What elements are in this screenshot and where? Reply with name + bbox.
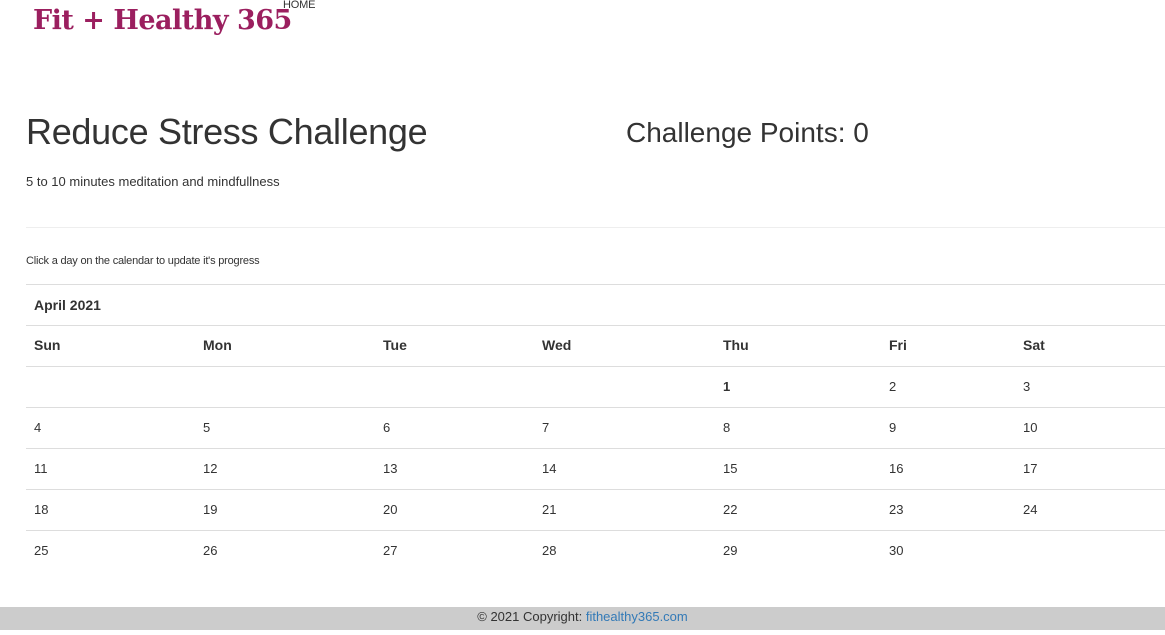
calendar-day[interactable]: 29 bbox=[723, 543, 737, 558]
section-divider bbox=[26, 227, 1165, 228]
calendar-day[interactable]: 14 bbox=[542, 461, 556, 476]
calendar-day[interactable]: 23 bbox=[889, 502, 903, 517]
calendar-day[interactable]: 16 bbox=[889, 461, 903, 476]
calendar-day[interactable]: 17 bbox=[1023, 461, 1037, 476]
calendar-day[interactable]: 6 bbox=[383, 420, 390, 435]
calendar-day[interactable]: 27 bbox=[383, 543, 397, 558]
footer: © 2021 Copyright: fithealthy365.com bbox=[0, 607, 1165, 630]
calendar-day[interactable]: 11 bbox=[34, 461, 48, 476]
calendar-day[interactable]: 12 bbox=[203, 461, 217, 476]
challenge-title: Reduce Stress Challenge bbox=[26, 111, 428, 152]
calendar-day[interactable]: 30 bbox=[889, 543, 903, 558]
calendar-week-row: 25 26 27 28 29 30 bbox=[26, 530, 1165, 571]
calendar-instruction: Click a day on the calendar to update it… bbox=[26, 255, 260, 267]
calendar-week-row: 4 5 6 7 8 9 10 bbox=[26, 407, 1165, 448]
brand-logo[interactable]: Fit + Healthy 365 bbox=[33, 5, 292, 36]
calendar-day[interactable]: 8 bbox=[723, 420, 730, 435]
weekday-tue: Tue bbox=[383, 337, 407, 353]
calendar-day[interactable]: 7 bbox=[542, 420, 549, 435]
calendar-day[interactable]: 21 bbox=[542, 502, 556, 517]
weekday-sun: Sun bbox=[34, 337, 61, 353]
calendar-weekday-header: Sun Mon Tue Wed Thu Fri Sat bbox=[26, 325, 1165, 366]
challenge-points: Challenge Points: 0 bbox=[626, 117, 869, 148]
challenge-description: 5 to 10 minutes meditation and mindfulln… bbox=[26, 174, 280, 189]
calendar-week-row: 11 12 13 14 15 16 17 bbox=[26, 448, 1165, 489]
calendar-day[interactable]: 20 bbox=[383, 502, 397, 517]
calendar-day[interactable]: 18 bbox=[34, 502, 48, 517]
weekday-wed: Wed bbox=[542, 337, 572, 353]
weekday-sat: Sat bbox=[1023, 337, 1045, 353]
calendar-day[interactable]: 10 bbox=[1023, 420, 1037, 435]
weekday-mon: Mon bbox=[203, 337, 232, 353]
calendar-day[interactable]: 5 bbox=[203, 420, 210, 435]
weekday-thu: Thu bbox=[723, 337, 749, 353]
calendar-day[interactable]: 19 bbox=[203, 502, 217, 517]
calendar-day[interactable]: 4 bbox=[34, 420, 41, 435]
calendar-day[interactable]: 13 bbox=[383, 461, 397, 476]
calendar: April 2021 Sun Mon Tue Wed Thu Fri Sat 1… bbox=[26, 284, 1165, 571]
calendar-day[interactable]: 24 bbox=[1023, 502, 1037, 517]
weekday-fri: Fri bbox=[889, 337, 907, 353]
calendar-day[interactable]: 25 bbox=[34, 543, 48, 558]
nav-home-link[interactable]: HOME bbox=[283, 0, 315, 11]
footer-site-link[interactable]: fithealthy365.com bbox=[586, 609, 688, 624]
calendar-month-row: April 2021 bbox=[26, 284, 1165, 325]
calendar-day[interactable]: 2 bbox=[889, 379, 896, 394]
calendar-day[interactable]: 28 bbox=[542, 543, 556, 558]
calendar-day[interactable]: 22 bbox=[723, 502, 737, 517]
calendar-week-row: 1 2 3 bbox=[26, 366, 1165, 407]
calendar-day[interactable]: 15 bbox=[723, 461, 737, 476]
calendar-day[interactable]: 26 bbox=[203, 543, 217, 558]
calendar-week-row: 18 19 20 21 22 23 24 bbox=[26, 489, 1165, 530]
calendar-day[interactable]: 3 bbox=[1023, 379, 1030, 394]
page: Fit + Healthy 365 HOME Reduce Stress Cha… bbox=[0, 0, 1165, 635]
calendar-day[interactable]: 1 bbox=[723, 379, 730, 394]
calendar-weeks: 1 2 3 4 5 6 7 8 9 10 11 12 13 14 15 16 17 18 19 20 21 22 23 24 2… bbox=[26, 366, 1165, 571]
calendar-day[interactable]: 9 bbox=[889, 420, 896, 435]
footer-copyright: © 2021 Copyright: bbox=[477, 609, 586, 624]
calendar-month-title: April 2021 bbox=[34, 297, 101, 313]
